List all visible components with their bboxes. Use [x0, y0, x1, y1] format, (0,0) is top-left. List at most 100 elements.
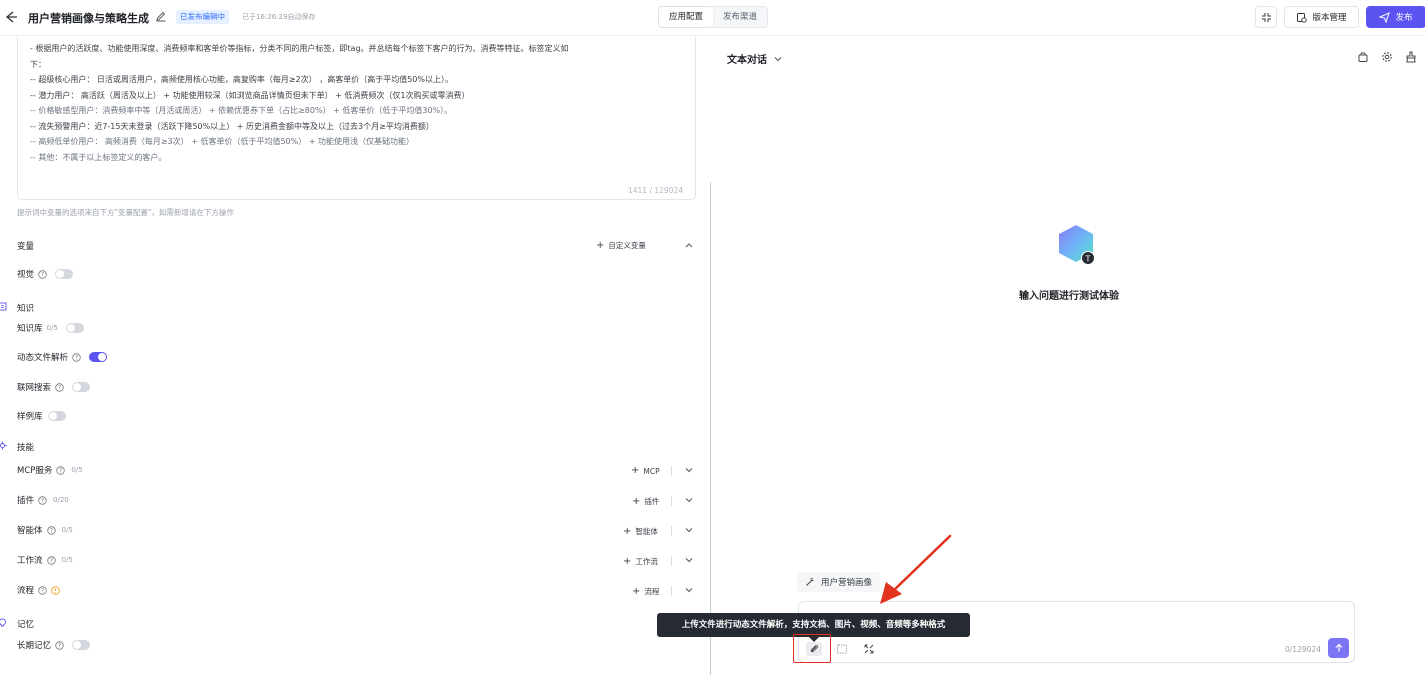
chevron-down-icon[interactable] [684, 525, 694, 535]
mcp-service-count: 0/5 [71, 466, 83, 474]
plus-icon: + [596, 239, 605, 251]
web-search-row: 联网搜索 ? [17, 379, 697, 395]
divider [671, 466, 672, 476]
help-icon[interactable]: ? [56, 465, 66, 475]
dynamic-file-parse-row: 动态文件解析 ? [17, 349, 697, 365]
settings-gear-icon[interactable] [1381, 51, 1393, 63]
version-manage-label: 版本管理 [1312, 13, 1347, 23]
dynamic-file-parse-toggle[interactable] [89, 352, 108, 362]
tab-publish-channel[interactable]: 发布渠道 [713, 7, 767, 27]
svg-text:?: ? [41, 587, 44, 594]
edit-pencil-icon[interactable] [155, 10, 167, 22]
annotation-arrow [880, 534, 952, 604]
memory-section-icon [0, 618, 6, 627]
variables-section-title: 变量 [17, 242, 35, 252]
help-icon[interactable]: ? [38, 585, 47, 595]
collapse-icon [1261, 12, 1271, 22]
version-icon [1297, 12, 1308, 23]
skills-section-icon [0, 441, 7, 450]
attach-button[interactable] [806, 642, 822, 656]
prompt-line: -- 超级核心用户： 日活或周活用户，高频使用核心功能，高复购率（每月≥2次） … [30, 75, 453, 84]
prompt-line: -- 高频低单价用户： 高频消费（每月≥3次） + 低客单价（低于平均值50%）… [30, 137, 415, 146]
add-mcp-button[interactable]: + MCP [631, 466, 660, 476]
long-term-memory-row: 长期记忆 ? [17, 637, 697, 653]
chat-preview-panel: 文本对话 T 输入问题进行测试体验 用户营销画像 [713, 37, 1425, 675]
plus-icon: + [623, 525, 632, 537]
sample-library-toggle[interactable] [47, 411, 66, 421]
add-workflow-label: 工作流 [635, 557, 658, 566]
svg-text:?: ? [49, 527, 52, 534]
app-title: 用户营销画像与策略生成 [28, 12, 149, 25]
expand-icon[interactable] [863, 643, 875, 655]
image-select-icon[interactable] [836, 643, 848, 655]
svg-text:?: ? [58, 384, 61, 391]
plugin-count: 0/20 [53, 496, 69, 504]
help-icon[interactable]: ? [72, 352, 81, 362]
knowledge-base-toggle[interactable] [65, 323, 84, 333]
chevron-down-icon[interactable] [684, 555, 694, 565]
workflow-count: 0/5 [61, 556, 73, 564]
add-agent-button[interactable]: + 智能体 [623, 526, 658, 537]
empty-state-text: 输入问题进行测试体验 [1019, 291, 1119, 302]
chat-mode-select[interactable]: 文本对话 [727, 51, 783, 66]
help-icon[interactable]: ? [55, 640, 64, 650]
web-search-toggle[interactable] [72, 382, 91, 392]
prompt-hint: 提示词中变量的选项来自下方"变量配置"，如需新增请在下方操作 [17, 208, 234, 217]
status-badge: 已发布编辑中 [176, 10, 229, 24]
bag-icon[interactable] [1357, 51, 1369, 63]
version-manage-button[interactable]: 版本管理 [1284, 6, 1359, 28]
chevron-down-icon[interactable] [684, 465, 694, 475]
bot-avatar-icon: T [1059, 225, 1095, 265]
divider [671, 526, 672, 536]
process-label: 流程 [17, 586, 35, 596]
back-arrow-icon[interactable] [4, 10, 18, 24]
add-custom-variable-button[interactable]: + 自定义变量 [596, 240, 646, 251]
plus-icon: + [623, 555, 632, 567]
bot-avatar-badge: T [1085, 255, 1091, 264]
prompt-editor[interactable]: - 根据用户的活跃度、功能使用深度、消费频率和客单价等指标，分类不同的用户标签，… [17, 36, 696, 200]
vision-label: 视觉 [17, 270, 35, 280]
skills-section-title: 技能 [17, 443, 35, 453]
agent-count: 0/5 [61, 526, 73, 534]
long-term-memory-toggle[interactable] [72, 640, 91, 650]
warning-icon[interactable] [51, 585, 60, 595]
plugin-row: 插件 ? 0/20 [17, 492, 697, 508]
help-icon[interactable]: ? [55, 382, 64, 392]
knowledge-section-title: 知识 [17, 304, 35, 314]
add-mcp-label: MCP [643, 466, 660, 476]
add-plugin-button[interactable]: + 插件 [632, 496, 659, 507]
agent-row: 智能体 ? 0/5 [17, 522, 697, 538]
tab-app-config[interactable]: 应用配置 [659, 7, 713, 27]
suggestion-chip[interactable]: 用户营销画像 [797, 572, 881, 592]
vision-toggle[interactable] [55, 269, 74, 279]
chevron-up-icon[interactable] [684, 240, 694, 250]
publish-button[interactable]: 发布 [1366, 6, 1425, 28]
chevron-down-icon[interactable] [684, 585, 694, 595]
help-icon[interactable]: ? [38, 269, 47, 279]
svg-text:?: ? [58, 642, 61, 649]
add-process-label: 流程 [644, 587, 660, 596]
agent-label: 智能体 [17, 526, 43, 536]
plus-icon: + [631, 465, 640, 476]
plugin-label: 插件 [17, 496, 35, 506]
suggestion-label: 用户营销画像 [821, 578, 873, 588]
prompt-line: -- 流失预警用户：近7-15天未登录（活跃下降50%以上） + 历史消费金额中… [30, 121, 434, 131]
mcp-service-label: MCP服务 [17, 466, 53, 476]
chevron-down-icon[interactable] [684, 495, 694, 505]
send-button[interactable] [1328, 638, 1349, 658]
svg-text:?: ? [75, 354, 78, 361]
add-custom-variable-label: 自定义变量 [608, 241, 646, 250]
panel-scrollbar[interactable] [710, 182, 711, 675]
help-icon[interactable]: ? [38, 495, 47, 505]
add-workflow-button[interactable]: + 工作流 [623, 556, 658, 567]
prompt-line: -- 价格敏感型用户：消费频率中等（月活或周活） + 依赖优惠券下单（占比≥80… [30, 106, 453, 115]
mcp-service-row: MCP服务 ? 0/5 [17, 462, 697, 478]
help-icon[interactable]: ? [46, 555, 56, 565]
process-row: 流程 ? [17, 582, 697, 598]
help-icon[interactable]: ? [46, 525, 56, 535]
long-term-memory-label: 长期记忆 [17, 641, 52, 651]
divider [671, 496, 672, 506]
clean-icon[interactable] [1405, 51, 1417, 63]
add-process-button[interactable]: + 流程 [632, 586, 659, 597]
collapse-button[interactable] [1255, 6, 1277, 28]
